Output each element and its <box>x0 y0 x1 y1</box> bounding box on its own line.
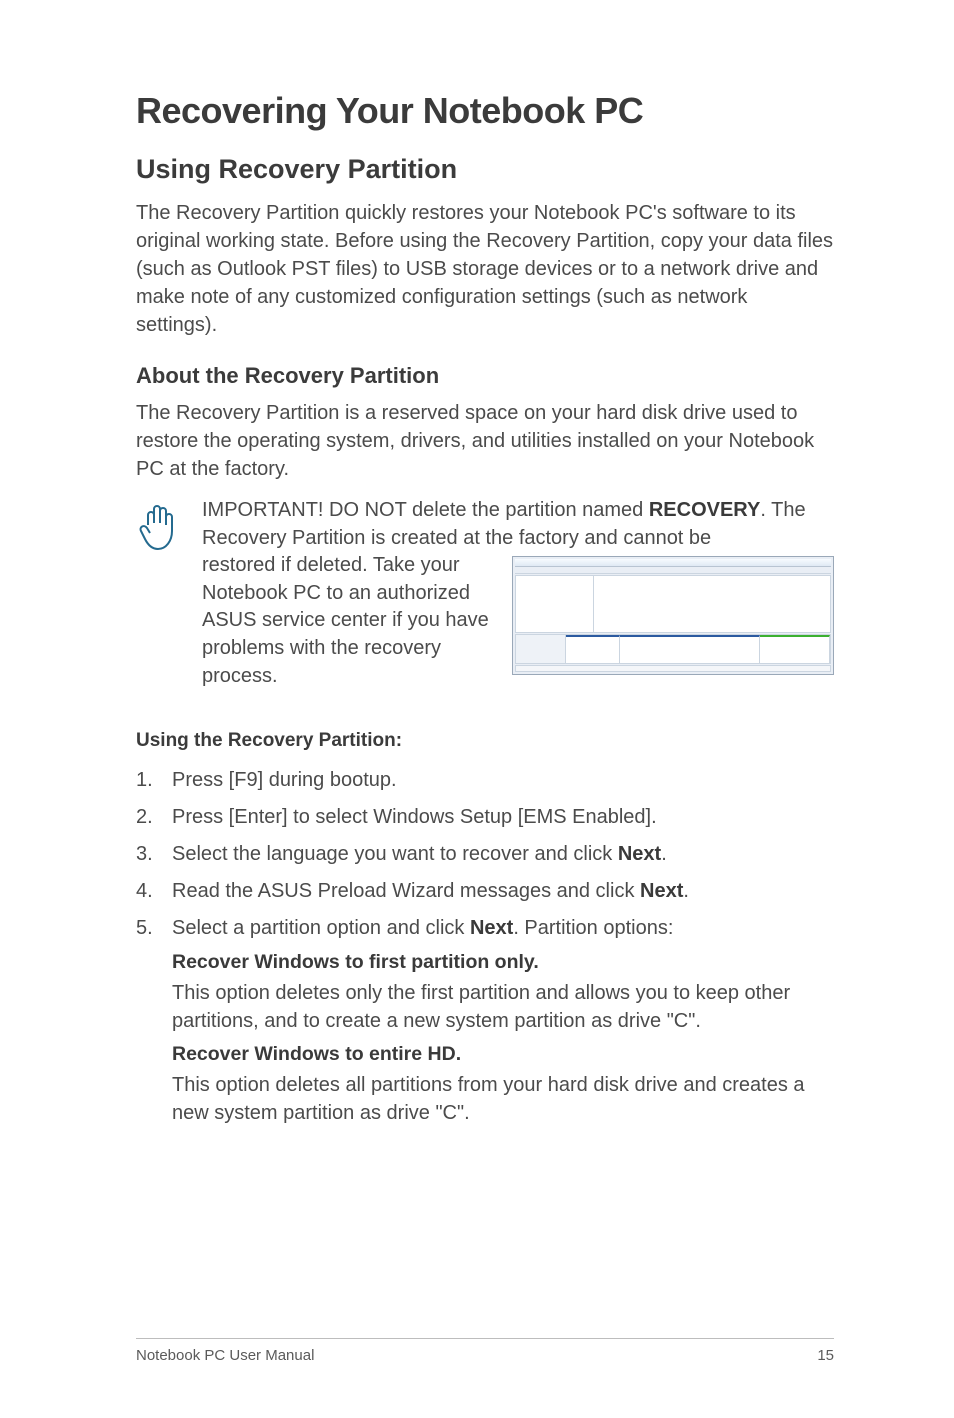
important-text-tail: restored if deleted. Take your Notebook … <box>202 552 496 690</box>
section-heading-about-recovery: About the Recovery Partition <box>136 363 834 389</box>
footer-left: Notebook PC User Manual <box>136 1347 314 1364</box>
section-heading-using-recovery: Using Recovery Partition <box>136 154 834 185</box>
step-1: Press [F9] during bootup. <box>136 766 834 795</box>
hand-stop-icon <box>136 497 184 690</box>
section-heading-using-steps: Using the Recovery Partition: <box>136 730 834 752</box>
steps-list: Press [F9] during bootup. Press [Enter] … <box>136 766 834 943</box>
section2-paragraph: The Recovery Partition is a reserved spa… <box>136 399 834 483</box>
footer-page-number: 15 <box>817 1347 834 1364</box>
step-5: Select a partition option and click Next… <box>136 914 834 943</box>
step-2: Press [Enter] to select Windows Setup [E… <box>136 803 834 832</box>
page-footer: Notebook PC User Manual 15 <box>136 1338 834 1364</box>
option1-title: Recover Windows to first partition only. <box>172 951 834 974</box>
step-4: Read the ASUS Preload Wizard messages an… <box>136 877 834 906</box>
important-text-bold: RECOVERY <box>649 499 761 521</box>
important-note: IMPORTANT! DO NOT delete the partition n… <box>136 497 834 690</box>
page-title: Recovering Your Notebook PC <box>136 90 834 132</box>
option2-desc: This option deletes all partitions from … <box>172 1072 834 1127</box>
important-text-prefix: IMPORTANT! DO NOT delete the partition n… <box>202 499 649 521</box>
disk-management-screenshot <box>512 556 834 675</box>
option1-desc: This option deletes only the first parti… <box>172 980 834 1035</box>
option2-title: Recover Windows to entire HD. <box>172 1043 834 1066</box>
step-3: Select the language you want to recover … <box>136 840 834 869</box>
section1-paragraph: The Recovery Partition quickly restores … <box>136 199 834 339</box>
